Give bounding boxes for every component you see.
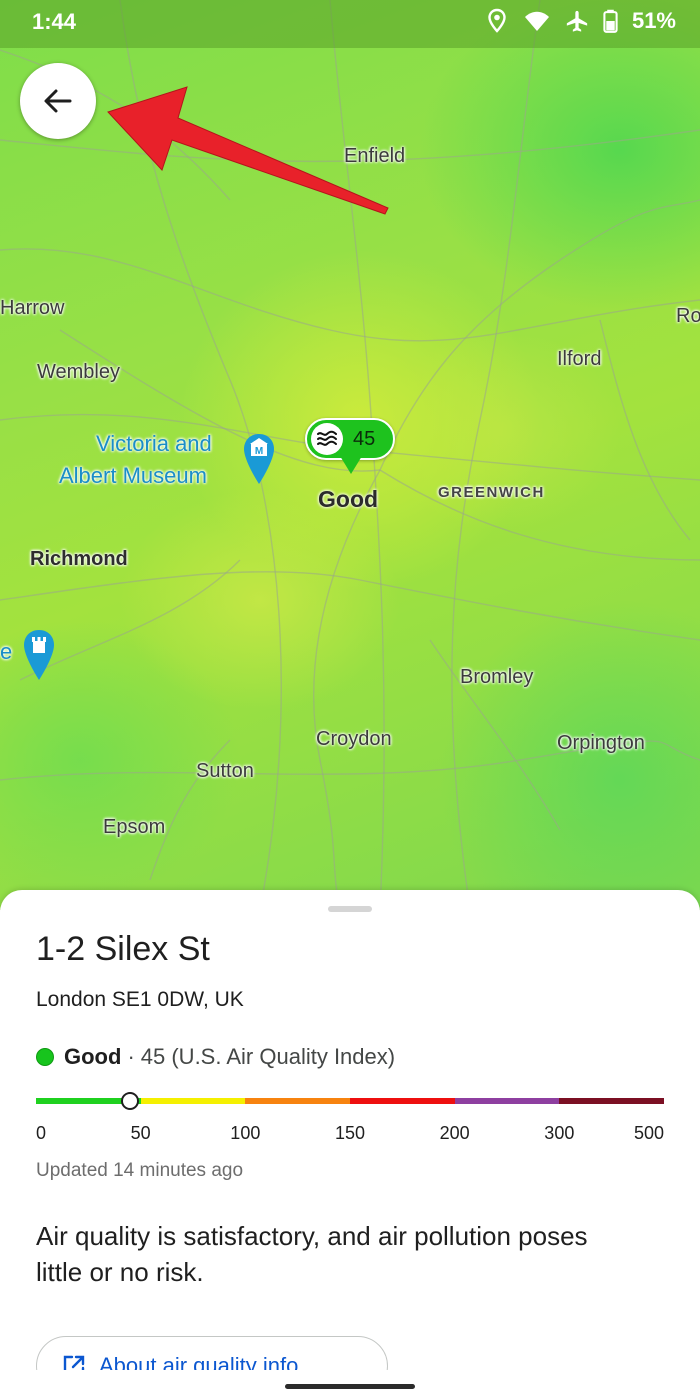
map-label-wembley: Wembley [37,361,120,383]
aqi-scale-segment [559,1098,664,1104]
aqi-status-text: Good [64,1044,122,1069]
aqi-summary-row: Good · 45 (U.S. Air Quality Index) [36,1044,395,1070]
aqi-scale-tick-label: 50 [130,1123,151,1143]
place-title: 1-2 Silex St [36,930,210,968]
aqi-detail-text: 45 (U.S. Air Quality Index) [140,1044,396,1069]
aqi-marker-value: 45 [353,427,376,450]
wifi-icon [524,11,549,31]
battery-icon [603,9,618,33]
battery-percent: 51% [631,8,676,33]
aqi-scale-tick-label: 150 [334,1123,366,1143]
map-label-ilford: Ilford [557,348,602,370]
status-bar: 1:44 51% [0,0,700,48]
place-details-sheet[interactable]: 1-2 Silex St London SE1 0DW, UK Good · 4… [0,890,700,1400]
gesture-home-indicator[interactable] [285,1384,415,1389]
aqi-scale-tick-label: 500 [633,1123,664,1143]
museum-pin-icon[interactable]: M [242,432,276,486]
aqi-scale-tick-label: 300 [544,1123,575,1143]
back-button[interactable] [20,63,96,139]
aqi-scale-segment [245,1098,350,1104]
status-time: 1:44 [32,9,77,34]
aqi-scale-tick-label: 0 [36,1123,47,1143]
map-label-bromley: Bromley [460,666,534,688]
museum-name-line1: Victoria and [96,431,212,456]
aqi-description: Air quality is satisfactory, and air pol… [36,1221,588,1287]
aqi-scale-segment [140,1098,246,1104]
air-waves-icon [311,423,343,455]
map-label-harrow: Harrow [0,297,65,319]
map-label-ro: Ro [676,305,700,327]
place-address: London SE1 0DW, UK [36,988,244,1011]
updated-timestamp: Updated 14 minutes ago [36,1160,244,1181]
map-label-sutton: Sutton [196,760,254,782]
map-label-croydon: Croydon [316,728,392,750]
map-label-greenwich: GREENWICH [438,484,545,501]
aqi-scale-tick-label: 200 [439,1123,470,1143]
map-label-enfield: Enfield [344,145,406,167]
aqi-marker-bubble: 45 [305,418,395,460]
location-icon [488,8,506,33]
aqi-scale-tick-label: 100 [230,1123,261,1143]
map-label-e: e [0,639,13,664]
air-quality-map[interactable]: 1:44 51% Enfield Harrow Ro Wembley Ilfor… [0,0,700,910]
aqi-marker-tail [340,456,362,474]
map-label-orpington: Orpington [557,732,645,754]
museum-name-line2: Albert Museum [59,463,207,488]
sheet-drag-handle[interactable] [328,906,372,912]
airplane-icon [566,10,588,32]
castle-pin-icon[interactable] [22,628,56,682]
map-label-epsom: Epsom [103,816,166,838]
aqi-scale-segment [349,1098,455,1104]
status-icons: 51% [485,8,676,34]
map-label-victoria-albert-museum[interactable]: Victoria and Albert Museum [59,428,212,492]
map-label-richmond: Richmond [30,548,128,570]
arrow-back-icon [44,89,72,113]
aqi-separator: · [127,1044,135,1069]
aqi-marker-label: Good [318,486,379,512]
aqi-scale-segment [454,1098,560,1104]
aqi-map-marker[interactable]: 45 [305,418,395,474]
svg-text:M: M [255,446,263,457]
aqi-scale-indicator [121,1092,140,1110]
aqi-status-dot [36,1048,54,1066]
